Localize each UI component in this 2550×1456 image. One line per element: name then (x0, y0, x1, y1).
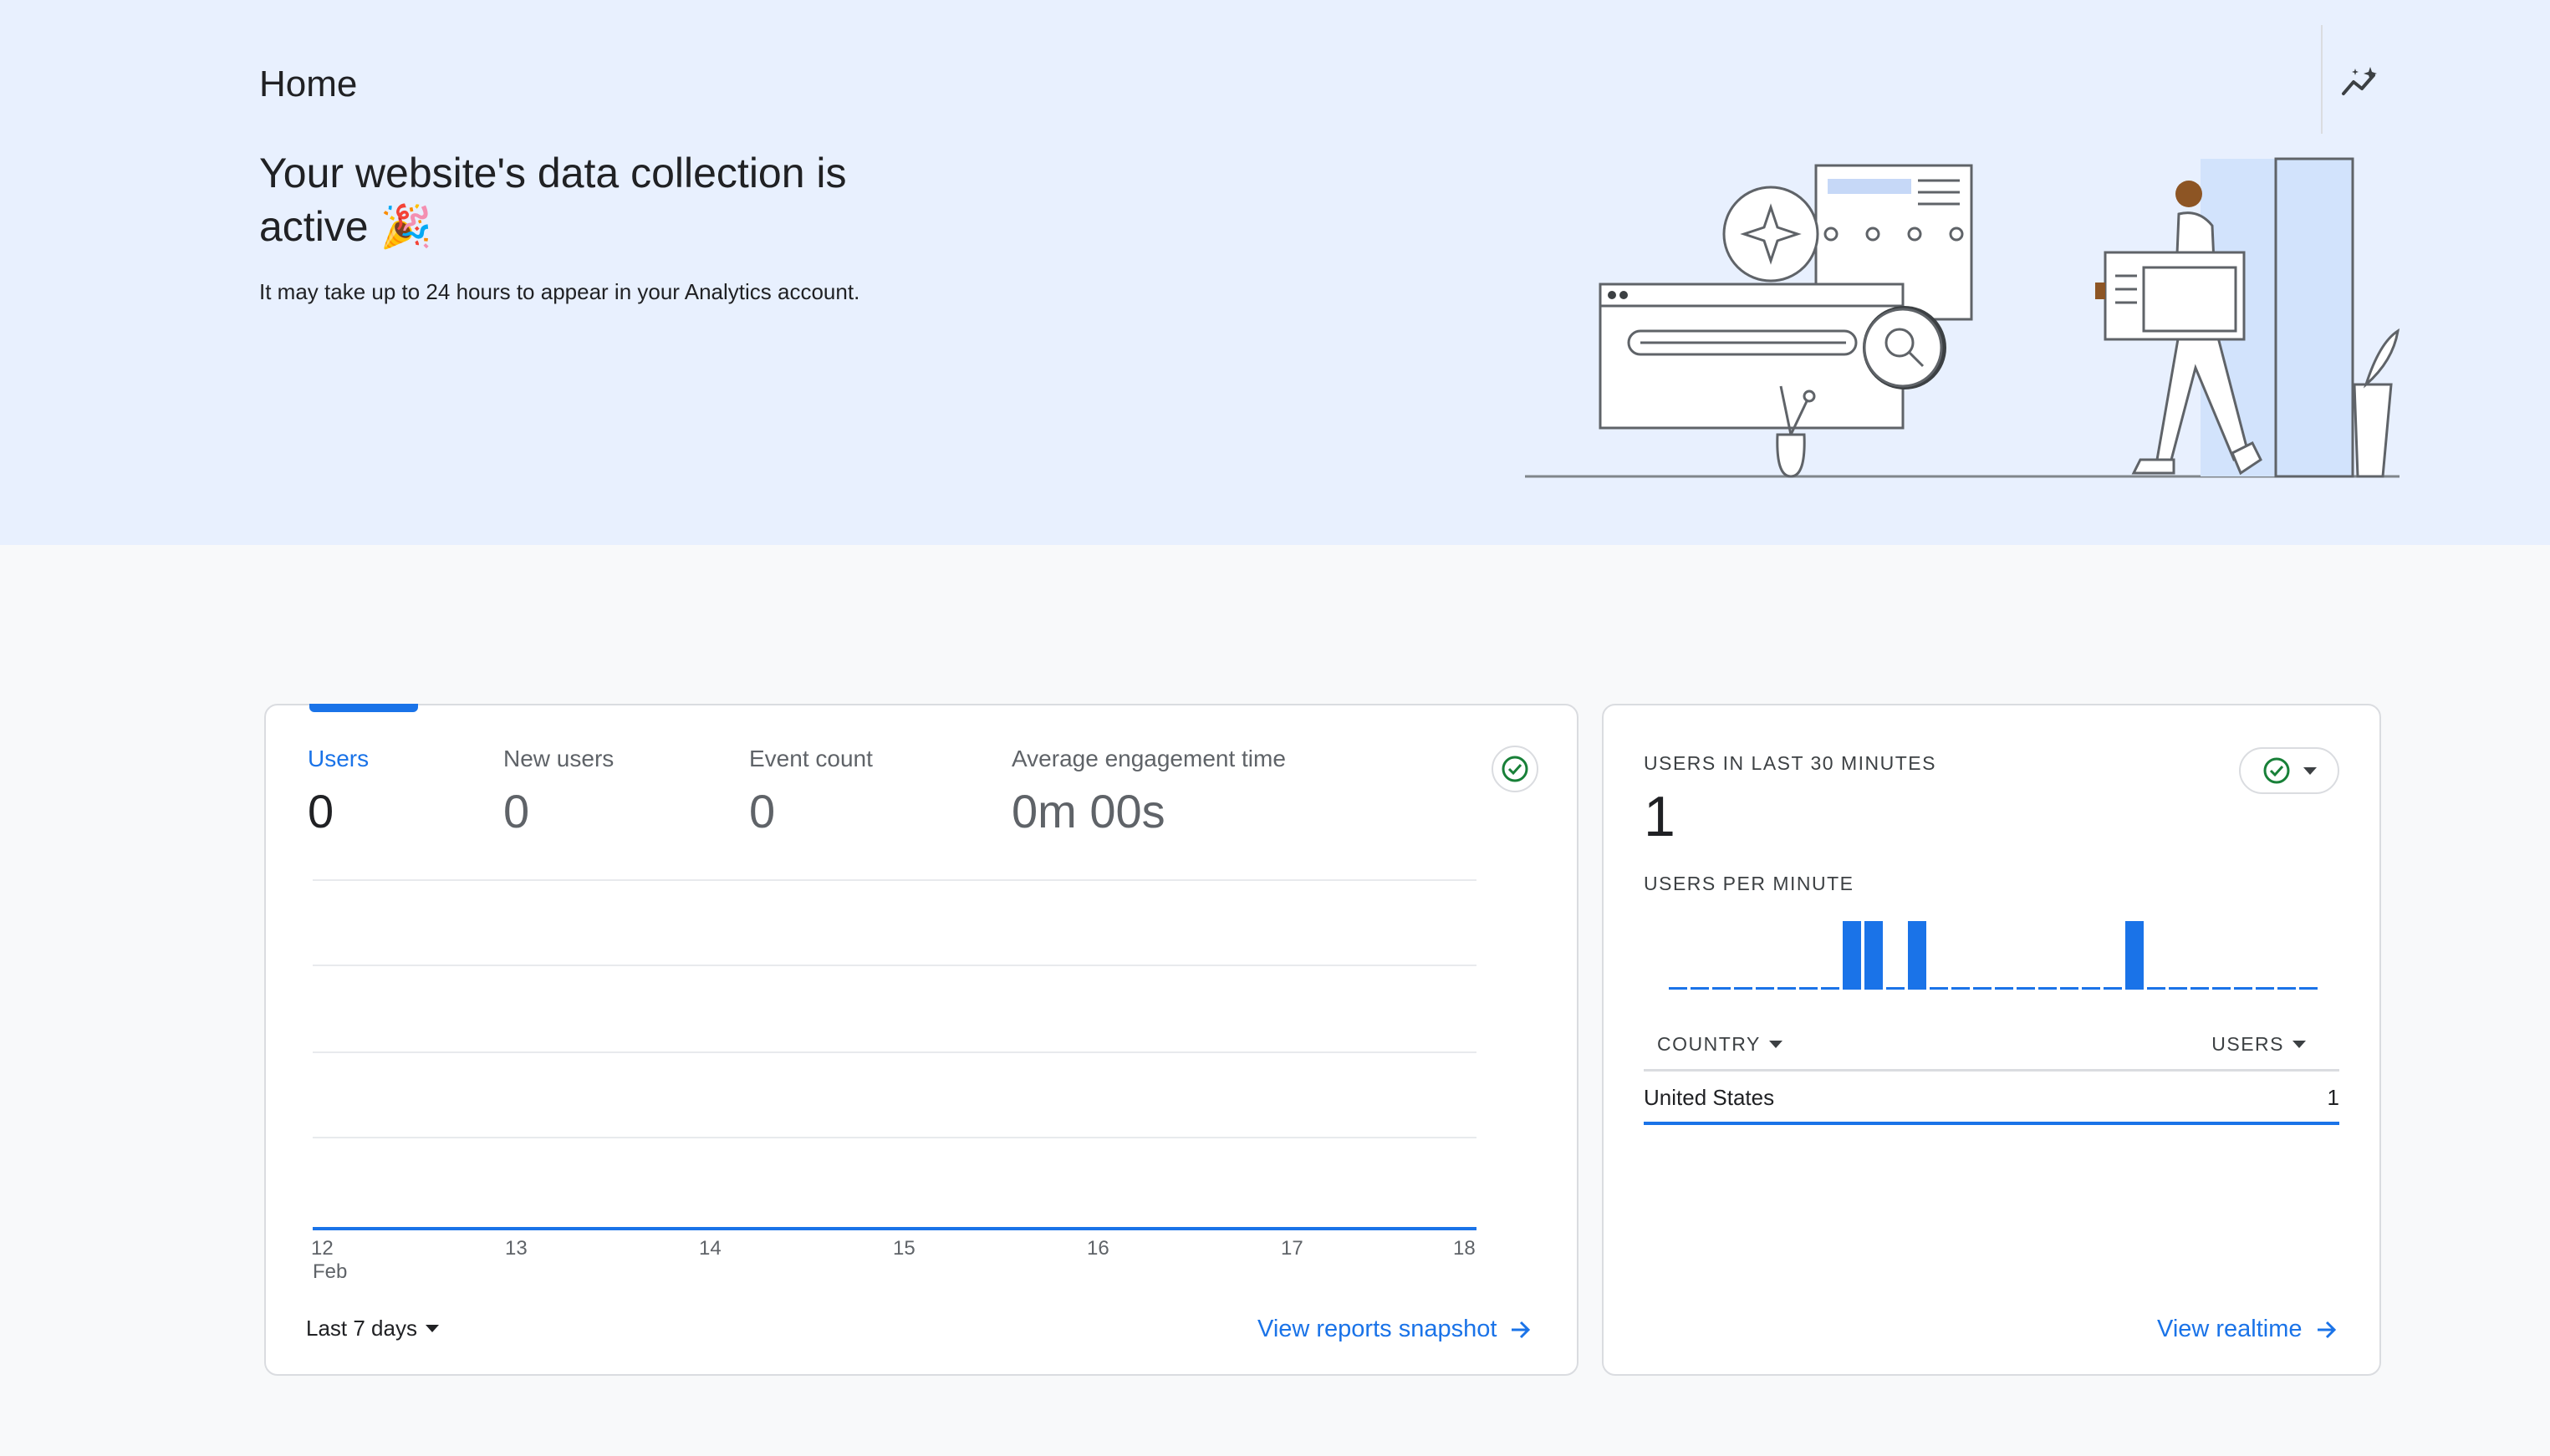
metric-value: 0 (308, 785, 334, 837)
minute-bar[interactable] (1951, 987, 1970, 990)
caret-down-icon (425, 1325, 439, 1332)
metric-label: Event count (749, 746, 873, 771)
date-range-label: Last 7 days (306, 1316, 417, 1341)
minute-bar[interactable] (1886, 987, 1905, 990)
data-quality-status[interactable] (1492, 746, 1538, 792)
chart-gridline (313, 1137, 1476, 1138)
metric-value: 0 (503, 785, 530, 837)
date-range-dropdown[interactable]: Last 7 days (306, 1316, 439, 1341)
metric-label: Average engagement time (1012, 746, 1286, 771)
x-tick-label: 13 (505, 1237, 528, 1260)
minute-bar[interactable] (1973, 987, 1992, 990)
table-row: United States 1 (1644, 1073, 2339, 1125)
arrow-right-icon (2317, 1321, 2336, 1338)
minute-bar[interactable] (1995, 987, 2013, 990)
column-label: COUNTRY (1657, 1033, 1761, 1055)
realtime-user-count: 1 (1644, 785, 1675, 848)
metric-label: New users (503, 746, 615, 771)
hero-illustration (1525, 157, 2400, 478)
sort-caret-icon (2292, 1041, 2306, 1048)
minute-bar[interactable] (2147, 987, 2165, 990)
metric-label: Users (308, 746, 370, 771)
metric-tab-new-users[interactable]: New users 0 (503, 746, 614, 838)
minute-bar[interactable] (1777, 987, 1796, 990)
x-tick-label: 17 (1281, 1237, 1303, 1260)
metric-value: 0 (749, 785, 776, 837)
minute-bar[interactable] (1843, 921, 1861, 990)
minute-bar[interactable] (2234, 987, 2252, 990)
minute-bar[interactable] (2299, 987, 2318, 990)
x-tick-sublabel: Feb (313, 1260, 348, 1283)
sort-caret-icon (1768, 1041, 1782, 1048)
series-line (313, 1227, 1476, 1230)
minute-bar[interactable] (2169, 987, 2187, 990)
header-divider (2321, 25, 2323, 134)
metric-tab-average-engagement-time[interactable]: Average engagement time 0m 00s (1012, 746, 1286, 838)
realtime-subtitle: USERS PER MINUTE (1644, 873, 1854, 894)
column-header-country[interactable]: COUNTRY (1657, 1033, 1782, 1056)
minute-bar[interactable] (2017, 987, 2035, 990)
minute-bar[interactable] (2104, 987, 2122, 990)
realtime-title: USERS IN LAST 30 MINUTES (1644, 752, 1936, 774)
minute-bar[interactable] (1864, 921, 1883, 990)
minute-bar[interactable] (1712, 987, 1731, 990)
metric-tab-users[interactable]: Users 0 (308, 746, 369, 838)
metric-tab-event-count[interactable]: Event count 0 (749, 746, 873, 838)
overview-card: Users 0 New users 0 Event count 0 Averag… (264, 704, 1578, 1376)
insights-sparkle-icon (2342, 67, 2377, 95)
metric-value: 0m 00s (1012, 785, 1165, 837)
chart-gridline (313, 1051, 1476, 1053)
x-tick-label: 15 (893, 1237, 915, 1260)
minute-bar[interactable] (2212, 987, 2231, 990)
x-tick-label: 16 (1087, 1237, 1109, 1260)
minute-bar[interactable] (1799, 987, 1818, 990)
x-tick-label: 14 (699, 1237, 722, 1260)
column-header-users[interactable]: USERS (2211, 1033, 2306, 1056)
check-circle-icon (1502, 756, 1528, 782)
minute-bar[interactable] (2277, 987, 2296, 990)
minute-bar[interactable] (1669, 987, 1687, 990)
arrow-right-icon (1512, 1321, 1531, 1338)
hero-subtext: It may take up to 24 hours to appear in … (259, 279, 860, 304)
realtime-card: USERS IN LAST 30 MINUTES 1 USERS PER MIN… (1602, 704, 2381, 1376)
minute-bar[interactable] (2190, 987, 2209, 990)
minute-bar[interactable] (2256, 987, 2274, 990)
view-realtime-link[interactable]: View realtime (2157, 1316, 2338, 1343)
row-users: 1 (2327, 1085, 2339, 1110)
caret-down-icon (2303, 766, 2317, 775)
active-metric-indicator (309, 704, 418, 712)
page-title: Home (259, 64, 358, 104)
x-tick-label: 18 (1453, 1237, 1476, 1260)
minute-bar[interactable] (1821, 987, 1839, 990)
users-per-minute-bar-chart (1669, 921, 2318, 990)
check-circle-icon (2263, 757, 2290, 784)
x-tick-label: 12 (311, 1237, 334, 1260)
link-label: View reports snapshot (1257, 1316, 1497, 1342)
hero-heading: Your website's data collection is active… (259, 150, 847, 250)
realtime-table-header: COUNTRY USERS (1644, 1021, 2339, 1072)
link-label: View realtime (2157, 1316, 2303, 1342)
minute-bar[interactable] (1734, 987, 1752, 990)
insights-button[interactable] (2337, 59, 2384, 105)
chart-gridline (313, 879, 1476, 881)
minute-bar[interactable] (1908, 921, 1926, 990)
minute-bar[interactable] (2082, 987, 2100, 990)
hero-banner: Home Your website's data collection is a… (0, 0, 2550, 545)
minute-bar[interactable] (1756, 987, 1774, 990)
column-label: USERS (2211, 1033, 2284, 1055)
users-line-chart: 12 13 14 15 16 17 18 Feb (311, 879, 1483, 1283)
minute-bar[interactable] (2038, 987, 2057, 990)
chart-gridline (313, 965, 1476, 966)
row-country: United States (1644, 1085, 1775, 1110)
realtime-status-dropdown[interactable] (2239, 747, 2339, 794)
minute-bar[interactable] (2060, 987, 2078, 990)
minute-bar[interactable] (1691, 987, 1709, 990)
view-reports-snapshot-link[interactable]: View reports snapshot (1257, 1316, 1532, 1343)
minute-bar[interactable] (1930, 987, 1948, 990)
minute-bar[interactable] (2125, 921, 2144, 990)
